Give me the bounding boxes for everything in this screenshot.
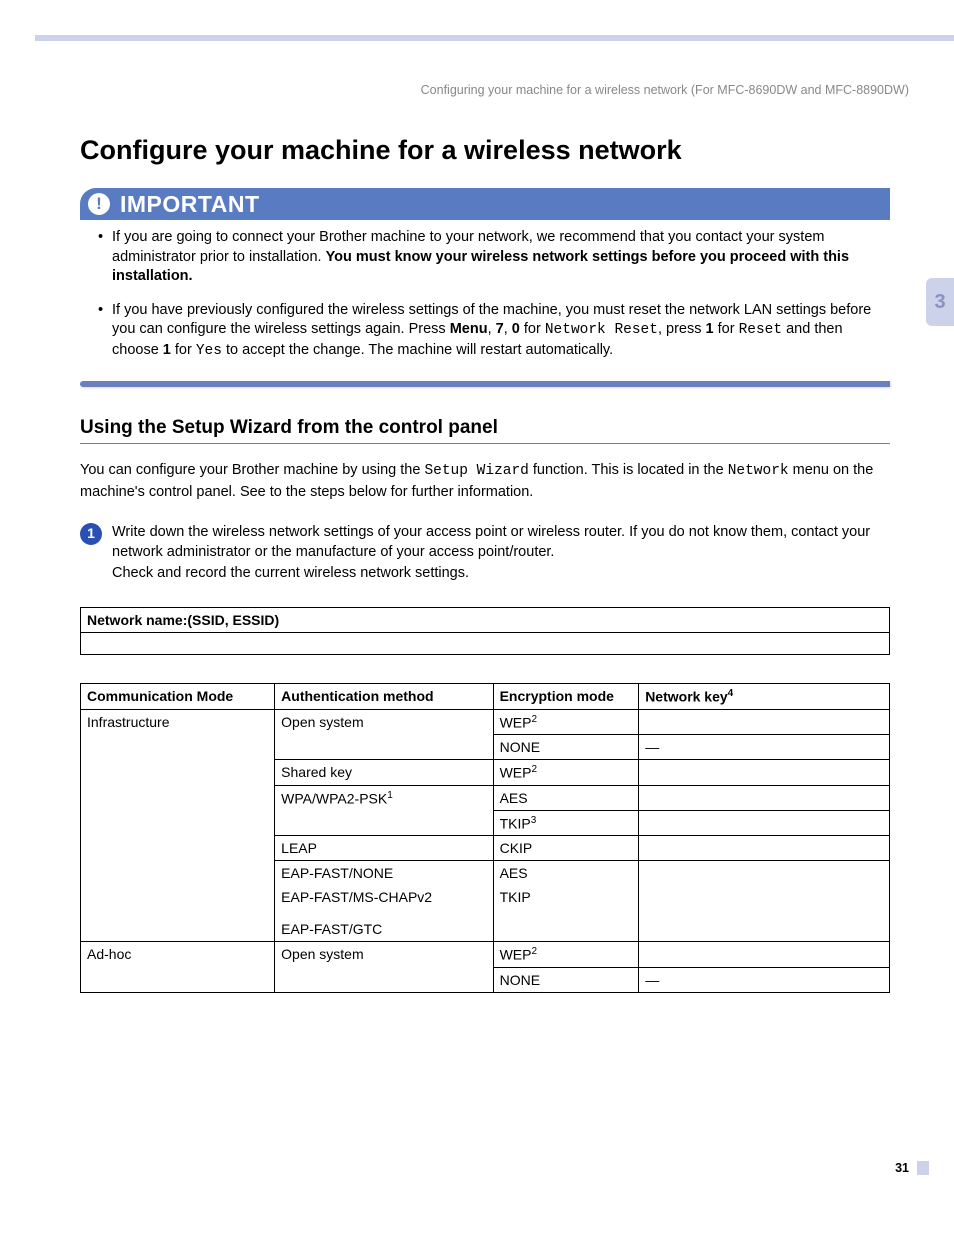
ssid-empty-cell bbox=[81, 632, 890, 654]
b2-one1: 1 bbox=[706, 321, 714, 337]
td-dash1: — bbox=[639, 735, 890, 760]
b2-for2: for bbox=[714, 321, 739, 337]
important-label: IMPORTANT bbox=[120, 191, 260, 218]
wep2: WEP bbox=[500, 765, 532, 781]
td-aes1: AES bbox=[493, 785, 639, 810]
b2-0: 0 bbox=[512, 321, 520, 337]
step1-line-a: Write down the wireless network settings… bbox=[112, 524, 870, 560]
wpasup: 1 bbox=[387, 790, 393, 801]
step1-line-b: Check and record the current wireless ne… bbox=[112, 565, 469, 581]
b2-yes: Yes bbox=[196, 343, 222, 359]
running-header: Configuring your machine for a wireless … bbox=[421, 83, 909, 97]
td-none1: NONE bbox=[493, 735, 639, 760]
intro-paragraph: You can configure your Brother machine b… bbox=[80, 460, 890, 502]
b2-one2: 1 bbox=[163, 342, 171, 358]
td-dash2: — bbox=[639, 968, 890, 993]
td-wep1: WEP2 bbox=[493, 709, 639, 735]
step-1: 1 Write down the wireless network settin… bbox=[80, 522, 890, 583]
bullet-2: If you have previously configured the wi… bbox=[98, 301, 890, 362]
td-k7 bbox=[639, 885, 890, 942]
td-k4 bbox=[639, 810, 890, 836]
pb: function. This is located in the bbox=[529, 462, 728, 478]
eapms: EAP-FAST/MS-CHAPv2 bbox=[281, 889, 432, 905]
important-list: If you are going to connect your Brother… bbox=[80, 228, 890, 361]
wep3: WEP bbox=[500, 947, 532, 963]
b2c1: , bbox=[488, 321, 496, 337]
b2b: to accept the change. The machine will r… bbox=[222, 342, 613, 358]
p-network: Network bbox=[728, 463, 789, 479]
b2-for1: for bbox=[520, 321, 545, 337]
page-body: Configure your machine for a wireless ne… bbox=[80, 135, 890, 993]
td-aes2: AES bbox=[493, 861, 639, 886]
tkip1sup: 3 bbox=[531, 815, 537, 826]
th-auth: Authentication method bbox=[275, 683, 493, 709]
b2-7: 7 bbox=[496, 321, 504, 337]
eapgtc: EAP-FAST/GTC bbox=[281, 921, 382, 937]
ssid-table: Network name:(SSID, ESSID) bbox=[80, 607, 890, 655]
th-comm: Communication Mode bbox=[81, 683, 275, 709]
bullet-1: If you are going to connect your Brother… bbox=[98, 228, 890, 287]
td-wep2: WEP2 bbox=[493, 760, 639, 786]
td-shared: Shared key bbox=[275, 760, 493, 786]
tkip1: TKIP bbox=[500, 815, 531, 831]
page-number-accent bbox=[917, 1161, 929, 1175]
td-wep3: WEP2 bbox=[493, 942, 639, 968]
th-enc: Encryption mode bbox=[493, 683, 639, 709]
b2-press1: , press bbox=[658, 321, 706, 337]
td-none2: NONE bbox=[493, 968, 639, 993]
b2-netreset: Network Reset bbox=[545, 322, 658, 338]
th-key-sup: 4 bbox=[728, 688, 734, 699]
b2-menu: Menu bbox=[450, 321, 488, 337]
td-k5 bbox=[639, 836, 890, 861]
td-eap-group: EAP-FAST/MS-CHAPv2 EAP-FAST/GTC bbox=[275, 885, 493, 942]
td-k6 bbox=[639, 861, 890, 886]
td-k2 bbox=[639, 760, 890, 786]
b2-for3: for bbox=[171, 342, 196, 358]
page-title: Configure your machine for a wireless ne… bbox=[80, 135, 890, 166]
td-ckip: CKIP bbox=[493, 836, 639, 861]
th-key-txt: Network key bbox=[645, 689, 727, 705]
b2-reset: Reset bbox=[739, 322, 783, 338]
td-infra: Infrastructure bbox=[81, 709, 275, 942]
top-accent-bar bbox=[35, 35, 954, 41]
wep2sup: 2 bbox=[531, 764, 537, 775]
subheading: Using the Setup Wizard from the control … bbox=[80, 417, 890, 444]
td-tkip2: TKIP bbox=[493, 885, 639, 942]
td-open1: Open system bbox=[275, 709, 493, 760]
td-eapnone: EAP-FAST/NONE bbox=[275, 861, 493, 886]
wpa: WPA/WPA2-PSK bbox=[281, 790, 387, 806]
td-open2: Open system bbox=[275, 942, 493, 993]
wep3sup: 2 bbox=[531, 946, 537, 957]
td-adhoc: Ad-hoc bbox=[81, 942, 275, 993]
chapter-tab: 3 bbox=[926, 278, 954, 326]
alert-icon: ! bbox=[88, 193, 110, 215]
important-banner: ! IMPORTANT bbox=[80, 188, 890, 220]
wep1: WEP bbox=[500, 714, 532, 730]
page-number: 31 bbox=[895, 1161, 909, 1175]
td-k8 bbox=[639, 942, 890, 968]
td-wpa: WPA/WPA2-PSK1 bbox=[275, 785, 493, 836]
step-number-icon: 1 bbox=[80, 523, 102, 545]
p-setup: Setup Wizard bbox=[424, 463, 528, 479]
td-tkip1: TKIP3 bbox=[493, 810, 639, 836]
b2c2: , bbox=[504, 321, 512, 337]
wep1sup: 2 bbox=[531, 714, 537, 725]
section-divider bbox=[80, 381, 890, 387]
th-key: Network key4 bbox=[639, 683, 890, 709]
td-k3 bbox=[639, 785, 890, 810]
td-k1 bbox=[639, 709, 890, 735]
settings-table: Communication Mode Authentication method… bbox=[80, 683, 890, 993]
pa: You can configure your Brother machine b… bbox=[80, 462, 424, 478]
ssid-header: Network name:(SSID, ESSID) bbox=[81, 607, 890, 632]
td-leap: LEAP bbox=[275, 836, 493, 861]
